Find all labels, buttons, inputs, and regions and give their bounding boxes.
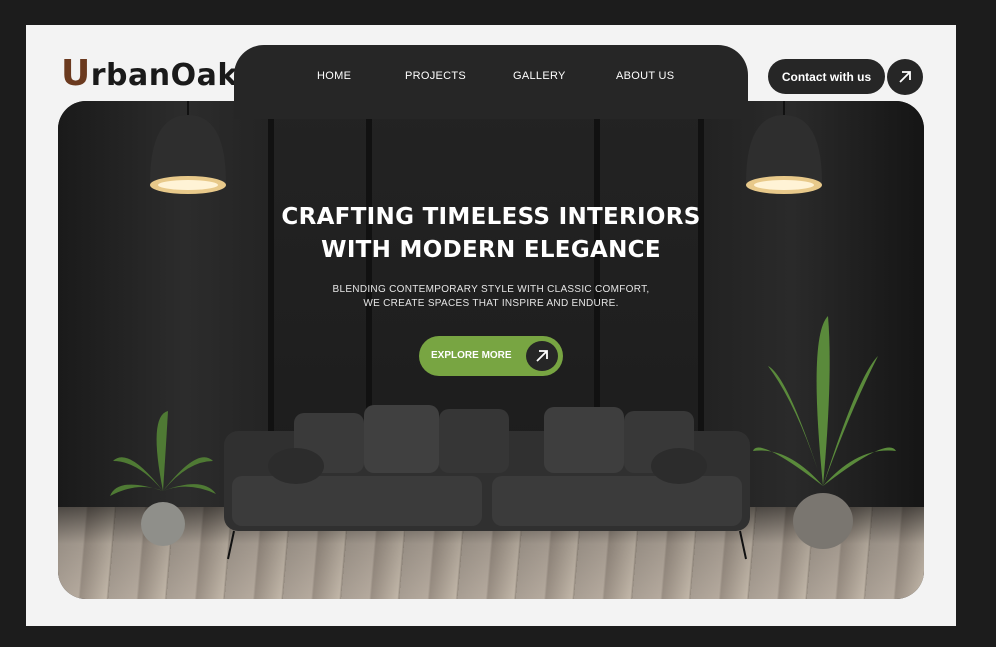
nav-home[interactable]: HOME — [317, 70, 351, 82]
hero-title-line1: CRAFTING TIMELESS INTERIORS — [281, 204, 701, 230]
hero-subtitle-line2: WE CREATE SPACES THAT INSPIRE AND ENDURE… — [363, 298, 619, 309]
top-navigation-bar — [234, 45, 748, 119]
hero-title: CRAFTING TIMELESS INTERIORS WITH MODERN … — [58, 201, 924, 267]
nav-gallery[interactable]: GALLERY — [513, 70, 566, 82]
potted-plant-icon — [110, 411, 216, 546]
contact-button[interactable]: Contact with us — [768, 59, 885, 94]
hero-subtitle: BLENDING CONTEMPORARY STYLE WITH CLASSIC… — [58, 283, 924, 311]
logo-initial: U — [61, 53, 91, 94]
hero-subtitle-line1: BLENDING CONTEMPORARY STYLE WITH CLASSIC… — [332, 284, 650, 295]
sofa-illustration — [224, 405, 750, 560]
page-container: UrbanOak CRAFTING TIMELESS INTERIORS WIT… — [26, 25, 956, 626]
pendant-lamp-icon — [746, 101, 822, 194]
logo-text: rbanOak — [90, 58, 238, 93]
arrow-up-right-icon — [526, 341, 558, 371]
explore-more-label: EXPLORE MORE — [431, 350, 512, 361]
potted-plant-icon — [753, 316, 896, 549]
hero-section: CRAFTING TIMELESS INTERIORS WITH MODERN … — [58, 101, 924, 599]
nav-about-us[interactable]: ABOUT US — [616, 70, 674, 82]
hero-title-line2: WITH MODERN ELEGANCE — [321, 237, 661, 263]
arrow-up-right-icon[interactable] — [887, 59, 923, 95]
pendant-lamp-icon — [150, 101, 226, 194]
explore-more-button[interactable]: EXPLORE MORE — [419, 336, 563, 376]
brand-logo[interactable]: UrbanOak — [61, 55, 238, 95]
nav-projects[interactable]: PROJECTS — [405, 70, 466, 82]
